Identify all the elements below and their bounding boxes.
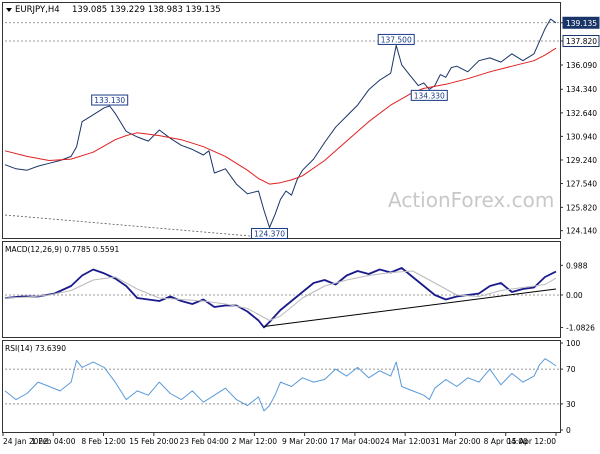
x-tick-label: 17 Mar 04:00 (330, 437, 380, 446)
symbol-label: EURJPY,H4 (15, 5, 60, 15)
y-tick-label: 137.820 (566, 37, 597, 46)
watermark: ActionForex.com (388, 188, 554, 212)
x-tick-label: 24 Mar 12:00 (380, 437, 430, 446)
eurjpy-chart: EURJPY,H4 139.085 139.229 138.983 139.13… (0, 0, 600, 450)
y-tick-label: 130.940 (566, 132, 597, 141)
rsi-title: RSI(14) 73.6390 (5, 344, 66, 353)
x-tick-label: 1 Feb 04:00 (31, 437, 76, 446)
price-annotation-label: 137.500 (381, 35, 412, 44)
x-tick-label: 23 Feb 04:00 (179, 437, 228, 446)
y-tick-label: 129.240 (566, 156, 597, 165)
y-tick-label: 124.140 (566, 227, 597, 236)
price-annotation-label: 124.370 (254, 229, 285, 238)
y-tick-label: 132.640 (566, 109, 597, 118)
y-tick-label: 0.988 (566, 261, 588, 270)
ohlc-values: 139.085 139.229 138.983 139.135 (72, 5, 221, 15)
chart-window: EURJPY,H4 139.085 139.229 138.983 139.13… (0, 0, 600, 450)
price-annotation-label: 134.330 (414, 91, 445, 100)
x-tick-label: 9 Mar 20:00 (282, 437, 328, 446)
y-tick-label: 136.090 (566, 61, 597, 70)
y-tick-label: 127.540 (566, 180, 597, 189)
x-tick-label: 31 Mar 20:00 (430, 437, 480, 446)
macd-title: MACD(12,26,9) 0.7785 0.5591 (5, 245, 119, 254)
y-tick-label: 100 (566, 339, 581, 348)
x-tick-label: 15 Feb 20:00 (129, 437, 178, 446)
y-tick-label: 0.00 (566, 291, 583, 300)
price-annotation-label: 133.130 (94, 96, 125, 105)
y-tick-label: 30 (566, 400, 576, 409)
x-tick-label: 2 Mar 12:00 (232, 437, 278, 446)
chart-header: EURJPY,H4 139.085 139.229 138.983 139.13… (6, 5, 221, 15)
x-tick-label: 8 Feb 12:00 (81, 437, 126, 446)
y-tick-label: 134.340 (566, 85, 597, 94)
y-tick-label: -1.0826 (566, 323, 595, 332)
y-tick-label: 125.820 (566, 203, 597, 212)
y-tick-label: 139.135 (566, 19, 597, 28)
x-tick-label: 15 Apr 12:00 (507, 437, 556, 446)
y-tick-label: 0 (566, 426, 571, 435)
y-tick-label: 70 (566, 365, 576, 374)
